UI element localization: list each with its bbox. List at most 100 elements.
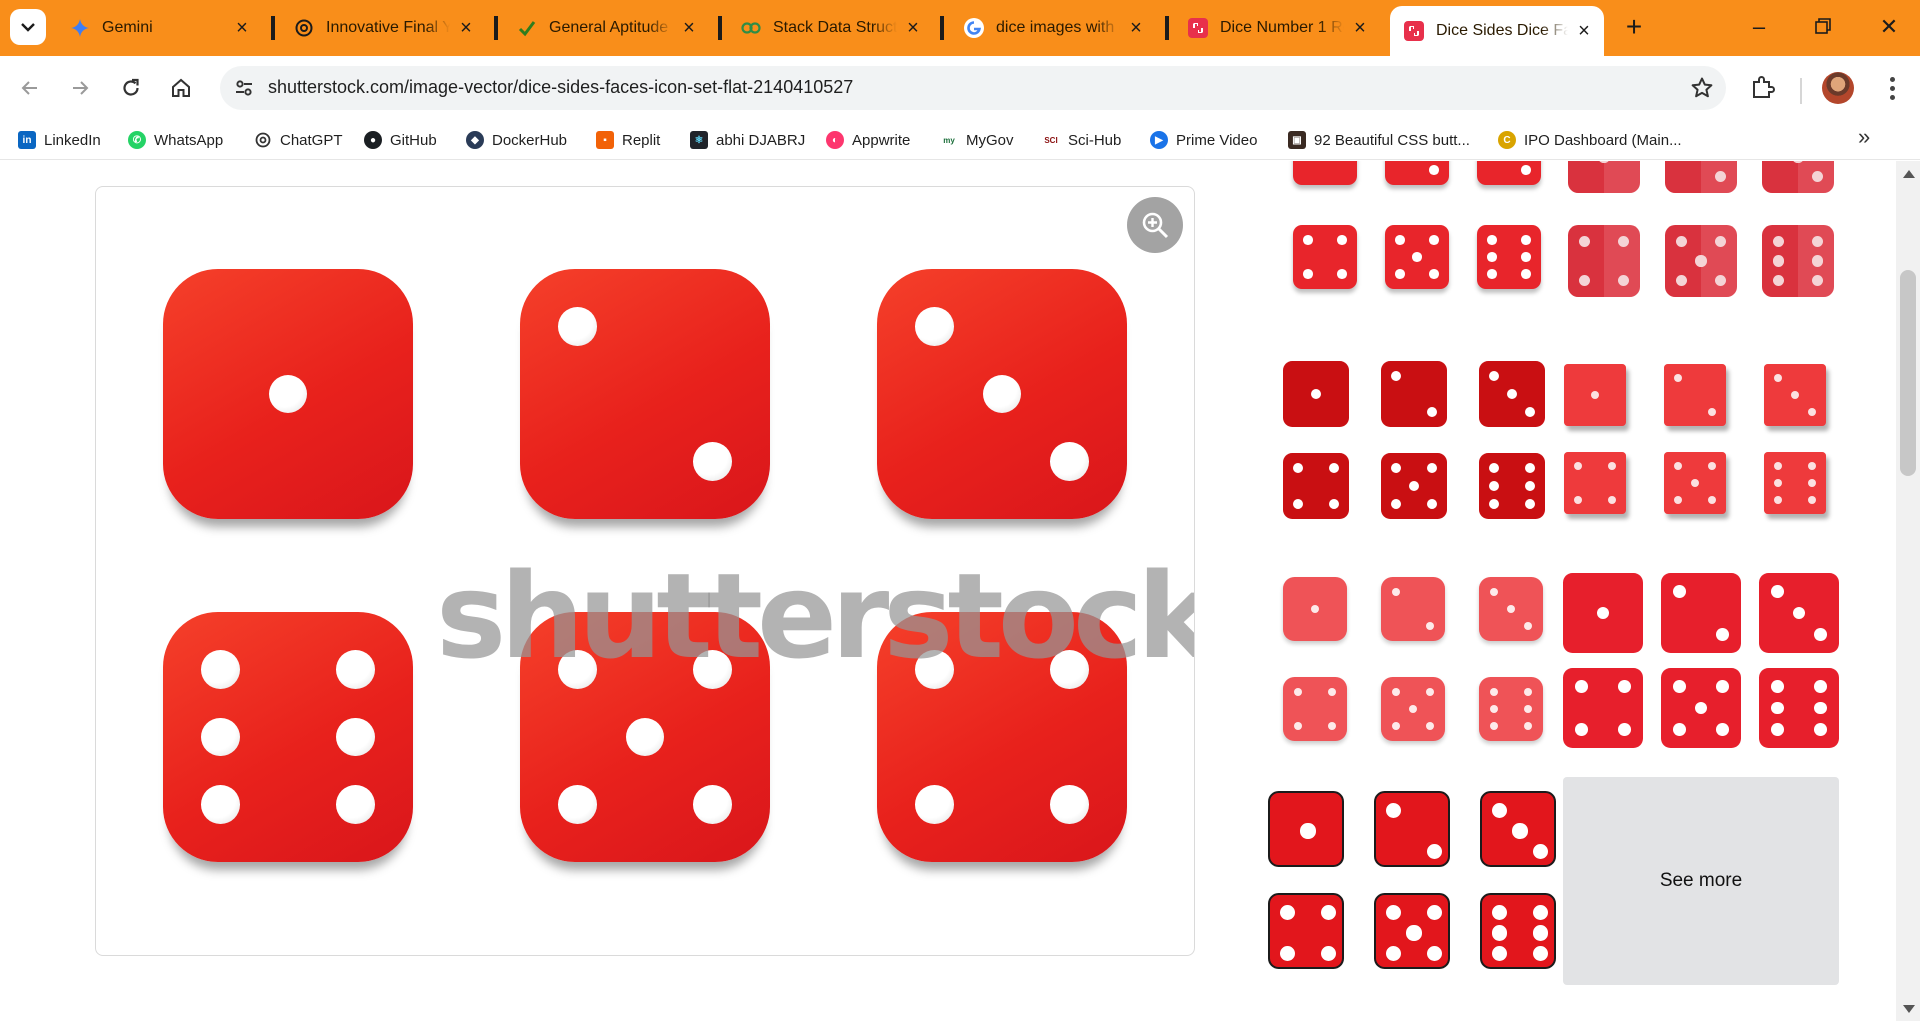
bookmark-github[interactable]: ● GitHub xyxy=(364,128,437,152)
die-face-2[interactable] xyxy=(1381,577,1445,641)
close-icon[interactable]: × xyxy=(679,17,699,40)
die-face-2[interactable] xyxy=(1385,161,1449,185)
bookmark-star-icon[interactable] xyxy=(1690,76,1714,105)
bookmark-whatsapp[interactable]: ✆ WhatsApp xyxy=(128,128,223,152)
die-face-4[interactable] xyxy=(1564,452,1626,514)
die-face-3[interactable] xyxy=(1764,364,1826,426)
profile-avatar[interactable] xyxy=(1822,72,1854,104)
die-face-5[interactable] xyxy=(1381,677,1445,741)
die-face-4[interactable] xyxy=(1568,225,1640,297)
bookmark-abhi-djabrj[interactable]: ⚛ abhi DJABRJ xyxy=(690,128,805,152)
arrow-right-icon xyxy=(73,81,89,95)
die-pip xyxy=(1673,585,1686,598)
home-button[interactable] xyxy=(163,70,199,106)
die-face-5[interactable] xyxy=(1385,225,1449,289)
bookmark-linkedin[interactable]: in LinkedIn xyxy=(18,128,101,152)
forward-button[interactable] xyxy=(62,70,98,106)
die-pip xyxy=(1391,463,1402,474)
die-face-1[interactable] xyxy=(1268,791,1344,867)
bookmarks-overflow-chevron-icon[interactable]: » xyxy=(1858,124,1870,150)
extensions-icon[interactable] xyxy=(1748,74,1776,107)
die-pip xyxy=(1426,498,1437,509)
close-icon[interactable]: × xyxy=(903,17,923,40)
reload-button[interactable] xyxy=(113,70,149,106)
die-face-6[interactable] xyxy=(1759,668,1839,748)
bookmark-prime-video[interactable]: ▶ Prime Video xyxy=(1150,128,1257,152)
close-icon[interactable]: × xyxy=(1126,17,1146,40)
restore-button[interactable] xyxy=(1808,12,1838,42)
bookmark-css-buttons[interactable]: ▣ 92 Beautiful CSS butt... xyxy=(1288,128,1470,152)
die-face-5[interactable] xyxy=(1664,452,1726,514)
die-face-1[interactable] xyxy=(1564,364,1626,426)
tab-dice-images-search[interactable]: dice images with c × xyxy=(950,8,1156,48)
bookmark-label: 92 Beautiful CSS butt... xyxy=(1314,131,1470,149)
zoom-button[interactable] xyxy=(1127,197,1183,253)
bookmark-mygov[interactable]: my MyGov xyxy=(940,128,1014,152)
die-face-3[interactable] xyxy=(1480,791,1556,867)
die-face-6[interactable] xyxy=(1764,452,1826,514)
die-face-2[interactable] xyxy=(1665,161,1737,193)
die-face-4[interactable] xyxy=(1268,893,1344,969)
die-face-2[interactable] xyxy=(1381,361,1447,427)
new-tab-button[interactable]: + xyxy=(1618,12,1650,44)
die-face-4[interactable] xyxy=(1283,677,1347,741)
scrollbar-thumb[interactable] xyxy=(1900,270,1916,476)
close-icon[interactable]: × xyxy=(456,17,476,40)
die-face-4[interactable] xyxy=(1283,453,1349,519)
die-face-1[interactable] xyxy=(1568,161,1640,193)
die-face-1[interactable] xyxy=(1293,161,1357,185)
tab-stack-data-structure[interactable]: Stack Data Structu × xyxy=(727,8,933,48)
die-face-3[interactable] xyxy=(1762,161,1834,193)
die-face-5[interactable] xyxy=(1381,453,1447,519)
die-face-5[interactable] xyxy=(1661,668,1741,748)
tab-gemini[interactable]: Gemini × xyxy=(56,8,262,48)
back-button[interactable] xyxy=(12,70,48,106)
die-face-6[interactable] xyxy=(1479,677,1543,741)
image-preview[interactable]: shutterstock xyxy=(95,186,1195,956)
die-face-6[interactable] xyxy=(1480,893,1556,969)
bookmark-replit[interactable]: ▪ Replit xyxy=(596,128,660,152)
die-face-2[interactable] xyxy=(1661,573,1741,653)
die-face-1[interactable] xyxy=(1563,573,1643,653)
tab-search-button[interactable] xyxy=(10,9,46,45)
close-window-button[interactable]: ✕ xyxy=(1874,12,1904,42)
address-bar[interactable]: shutterstock.com/image-vector/dice-sides… xyxy=(220,66,1726,110)
die-face-3[interactable] xyxy=(1479,577,1543,641)
bookmark-ipo-dashboard[interactable]: C IPO Dashboard (Main... xyxy=(1498,128,1682,152)
bookmark-dockerhub[interactable]: ◆ DockerHub xyxy=(466,128,567,152)
tab-general-aptitude[interactable]: General Aptitude × xyxy=(503,8,709,48)
see-more-button[interactable]: See more xyxy=(1563,777,1839,985)
die-face-2[interactable] xyxy=(1374,791,1450,867)
die-face-2[interactable] xyxy=(1664,364,1726,426)
die-face-3[interactable] xyxy=(1759,573,1839,653)
die-pip xyxy=(1506,604,1516,614)
die-face-4[interactable] xyxy=(1293,225,1357,289)
die-face-5[interactable] xyxy=(1665,225,1737,297)
die-face-5[interactable] xyxy=(1374,893,1450,969)
die-face-1[interactable] xyxy=(1283,577,1347,641)
tab-dice-sides-active[interactable]: Dice Sides Dice Fa × xyxy=(1390,6,1604,56)
tab-dice-number-1[interactable]: Dice Number 1 Ro × xyxy=(1174,8,1380,48)
scroll-down-arrow-icon[interactable] xyxy=(1903,1005,1915,1013)
bookmark-chatgpt[interactable]: ChatGPT xyxy=(254,128,343,152)
site-settings-icon[interactable] xyxy=(234,78,254,103)
die-face-3[interactable] xyxy=(1479,361,1545,427)
close-icon[interactable]: × xyxy=(232,17,252,40)
die-face-4[interactable] xyxy=(1563,668,1643,748)
close-icon[interactable]: × xyxy=(1350,17,1370,40)
die-pip xyxy=(1532,904,1549,921)
browser-menu-button[interactable] xyxy=(1882,72,1902,104)
die-face-6[interactable] xyxy=(1762,225,1834,297)
bookmark-appwrite[interactable]: ◐ Appwrite xyxy=(826,128,910,152)
die-face-6[interactable] xyxy=(1479,453,1545,519)
bookmark-scihub[interactable]: SCI Sci-Hub xyxy=(1042,128,1121,152)
die-face-6[interactable] xyxy=(1477,225,1541,289)
close-icon[interactable]: × xyxy=(1574,20,1594,43)
tab-title: dice images with c xyxy=(996,19,1120,36)
scroll-up-arrow-icon[interactable] xyxy=(1903,170,1915,178)
whatsapp-icon: ✆ xyxy=(128,131,146,149)
die-face-1[interactable] xyxy=(1283,361,1349,427)
minimize-button[interactable]: – xyxy=(1744,12,1774,42)
tab-innovative[interactable]: Innovative Final Ye × xyxy=(280,8,486,48)
die-face-3[interactable] xyxy=(1477,161,1541,185)
